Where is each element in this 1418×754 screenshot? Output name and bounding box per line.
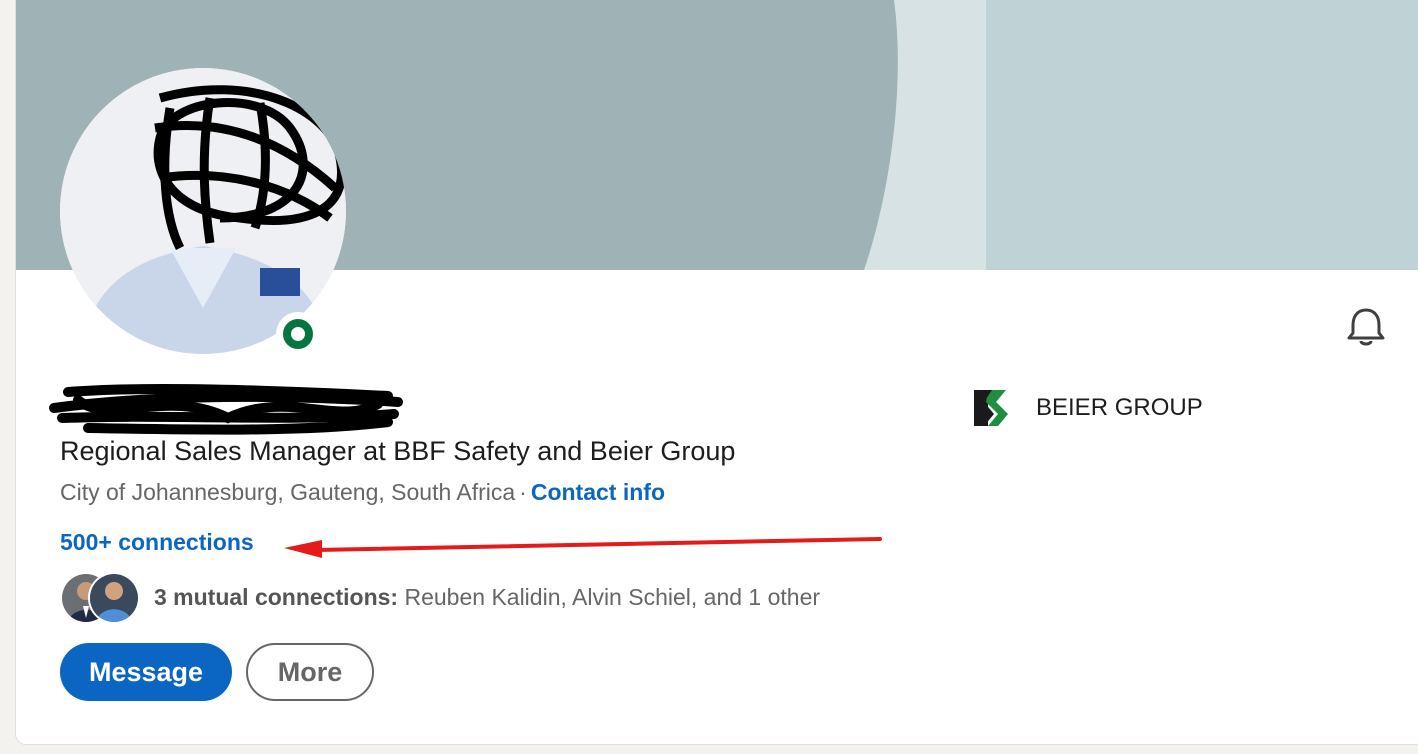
contact-info-link[interactable]: Contact info xyxy=(531,479,665,505)
mutual-connections-avatars[interactable] xyxy=(60,572,140,624)
message-button[interactable]: Message xyxy=(60,643,232,701)
connections-link[interactable]: 500+ connections xyxy=(60,529,254,556)
company-name: BEIER GROUP xyxy=(1036,394,1203,421)
annotation-arrow xyxy=(284,537,882,558)
mutual-avatar xyxy=(88,572,140,624)
redacted-name-scribble xyxy=(48,378,408,440)
notification-bell-button[interactable] xyxy=(1346,306,1386,348)
profile-headline: Regional Sales Manager at BBF Safety and… xyxy=(60,436,736,466)
profile-location: City of Johannesburg, Gauteng, South Afr… xyxy=(60,479,516,505)
more-button[interactable]: More xyxy=(246,643,374,701)
profile-card: Regional Sales Manager at BBF Safety and… xyxy=(16,0,1418,744)
bell-icon xyxy=(1347,308,1385,346)
beier-logo-icon xyxy=(972,388,1012,428)
location-separator: · xyxy=(519,479,527,505)
mutual-connections-count: 3 mutual connections: xyxy=(154,584,399,610)
mutual-connections-names: Reuben Kalidin, Alvin Schiel, and 1 othe… xyxy=(404,584,821,610)
profile-photo[interactable] xyxy=(60,68,346,354)
profile-location-line: City of Johannesburg, Gauteng, South Afr… xyxy=(60,479,665,506)
mutual-connections-text[interactable]: 3 mutual connections: Reuben Kalidin, Al… xyxy=(154,584,820,611)
online-status-indicator xyxy=(276,312,320,356)
